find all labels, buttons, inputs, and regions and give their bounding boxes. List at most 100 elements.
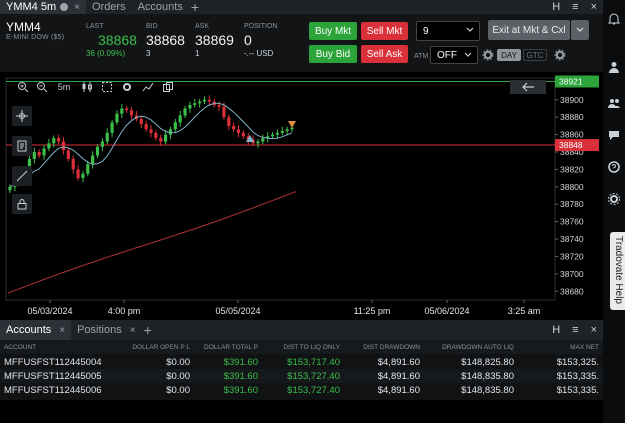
trendline-tool-icon[interactable] (12, 166, 32, 186)
candle-body (207, 99, 211, 102)
account-cell: MFFUSFST112445006 (4, 384, 102, 396)
tab-orders[interactable]: Orders (86, 0, 132, 14)
copy-icon[interactable] (161, 80, 175, 94)
table-row[interactable]: MFFUSFST112445004 $0.00 $391.60 $153,717… (0, 355, 603, 369)
drawdown-auto-liq-cell: $148,835.80 (461, 370, 514, 382)
open-pl-cell: $0.00 (166, 356, 190, 368)
chart-canvas[interactable]: 3890038880388603884038820388003878038760… (0, 72, 603, 320)
bell-icon[interactable] (607, 12, 621, 26)
y-tick-label: 38820 (560, 164, 584, 174)
gear-icon[interactable] (120, 80, 134, 94)
col-max-net[interactable]: MAX NET (518, 344, 603, 351)
exit-at-market-cancel-button[interactable]: Exit at Mkt & Cxl (488, 20, 570, 40)
candle-body (227, 117, 231, 126)
candle-body (198, 101, 202, 104)
bid-label: BID (146, 23, 158, 30)
quantity-select[interactable]: 9 (416, 21, 480, 41)
panel-menu-icon[interactable]: ≡ (572, 324, 578, 336)
help-tab-label: Tradovate Help (613, 236, 624, 304)
y-tick-label: 38700 (560, 269, 584, 279)
tab-positions[interactable]: Positions × (71, 320, 141, 340)
user-icon[interactable] (607, 60, 621, 74)
tab-close-icon[interactable]: × (130, 325, 136, 336)
bottom-tab-bar: Accounts × Positions × + H ≡ × (0, 320, 603, 340)
panel-close-icon[interactable]: × (591, 324, 597, 336)
tif-day-toggle[interactable]: DAY (497, 49, 521, 61)
panel-h-button[interactable]: H (552, 324, 560, 336)
table-row[interactable]: MFFUSFST112445006 $0.00 $391.60 $153,727… (0, 383, 603, 397)
tab-orders-label: Orders (91, 1, 126, 13)
buy-bid-button[interactable]: Buy Bid (309, 45, 357, 63)
col-drawdown-auto-liq[interactable]: DRAWDOWN AUTO LIQ (424, 344, 518, 351)
tab-close-icon[interactable]: × (74, 2, 80, 13)
people-icon[interactable] (607, 96, 621, 110)
sell-ask-button[interactable]: Sell Ask (361, 45, 408, 63)
col-dollar-open-pl[interactable]: DOLLAR OPEN P L (112, 344, 194, 351)
symbol-name[interactable]: YMM4 (6, 20, 41, 34)
candle-body (100, 141, 104, 147)
window-h-button[interactable]: H (552, 1, 560, 13)
chevron-down-icon (466, 27, 474, 32)
candle-body (110, 122, 114, 133)
candle-body (91, 155, 95, 165)
window-close-icon[interactable]: × (591, 1, 597, 13)
candle-body (217, 104, 221, 107)
tab-accounts-panel-label: Accounts (6, 324, 52, 336)
indicator-icon[interactable] (141, 80, 155, 94)
tab-status-dot-icon (60, 3, 69, 11)
last-label: LAST (86, 23, 104, 30)
exit-dropdown-button[interactable] (571, 20, 589, 40)
candle-body (129, 110, 134, 116)
total-pl-cell: $391.60 (223, 356, 258, 368)
timeframe-button[interactable]: 5m (54, 80, 74, 94)
candle-type-icon[interactable] (80, 80, 94, 94)
add-tab-plus-icon[interactable]: + (191, 0, 199, 14)
support-icon[interactable] (607, 160, 621, 174)
x-tick-label: 05/03/2024 (27, 306, 72, 316)
dist-liq-cell: $153,727.40 (287, 370, 340, 382)
open-pl-cell: $0.00 (166, 370, 190, 382)
total-pl-cell: $391.60 (223, 370, 258, 382)
gear-icon[interactable] (607, 192, 621, 206)
y-tick-label: 38900 (560, 95, 584, 105)
buy-market-button[interactable]: Buy Mkt (309, 22, 357, 40)
price-chart[interactable]: 38900 38880 38860 38840 38820 38800 38780 38760… (0, 72, 603, 320)
select-area-icon[interactable] (100, 80, 114, 94)
candle-body (120, 108, 124, 114)
accounts-table: ACCOUNT DOLLAR OPEN P L DOLLAR TOTAL P D… (0, 340, 603, 400)
scroll-to-latest-button[interactable] (510, 80, 546, 94)
tab-accounts[interactable]: Accounts (132, 0, 189, 14)
window-menu-icon[interactable]: ≡ (572, 1, 578, 13)
zoom-out-icon[interactable] (35, 80, 49, 94)
tif-gtc-toggle[interactable]: GTC (523, 49, 547, 61)
gear-icon[interactable] (554, 49, 566, 61)
tab-close-icon[interactable]: × (59, 325, 65, 336)
gear-icon[interactable] (482, 49, 494, 61)
candle-body (202, 99, 207, 102)
bid-size: 3 (146, 49, 151, 58)
slow-moving-average-line (7, 191, 297, 294)
sell-market-button[interactable]: Sell Mkt (361, 22, 408, 40)
col-dollar-total-pl[interactable]: DOLLAR TOTAL P (194, 344, 262, 351)
tab-chart[interactable]: YMM4 5m × (0, 0, 86, 14)
table-row[interactable]: MFFUSFST112445005 $0.00 $391.60 $153,727… (0, 369, 603, 383)
candle-body (154, 132, 158, 139)
notes-icon[interactable] (12, 136, 32, 156)
crosshair-icon[interactable] (12, 106, 32, 126)
open-pl-cell: $0.00 (166, 384, 190, 396)
tab-accounts-panel[interactable]: Accounts × (0, 320, 72, 340)
chat-icon[interactable] (607, 128, 621, 142)
candle-body (71, 158, 75, 170)
atm-select[interactable]: OFF (430, 46, 478, 64)
add-tab-plus-icon[interactable]: + (144, 323, 152, 337)
lock-icon[interactable] (12, 194, 32, 214)
dist-drawdown-cell: $4,891.60 (377, 356, 420, 368)
candle-body (139, 118, 143, 125)
zoom-in-icon[interactable] (16, 80, 30, 94)
drawdown-auto-liq-cell: $148,835.80 (461, 384, 514, 396)
col-dist-drawdown[interactable]: DIST DRAWDOWN (344, 344, 424, 351)
col-account[interactable]: ACCOUNT (0, 344, 112, 351)
col-dist-to-liq[interactable]: DIST TO LIQ ONLY (262, 344, 344, 351)
atm-value: OFF (437, 49, 457, 61)
max-net-cell: $153,335. (556, 384, 599, 396)
